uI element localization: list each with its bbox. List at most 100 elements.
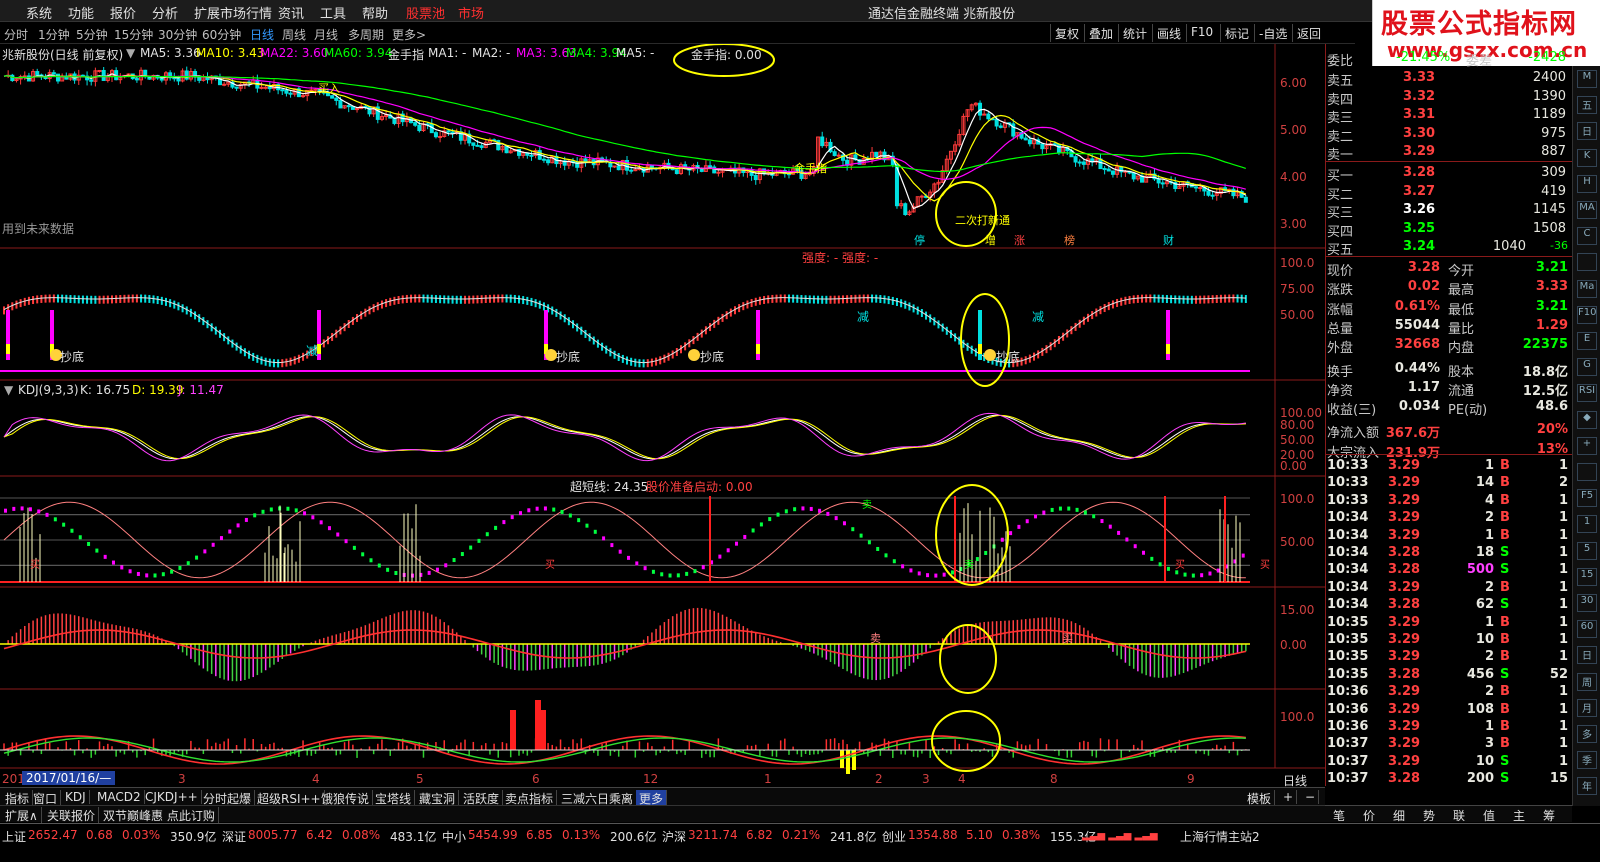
side-tool-icon[interactable]: K — [1577, 148, 1597, 167]
side-tool-icon[interactable]: 年 — [1577, 777, 1597, 796]
side-tool-icon[interactable]: ◆ — [1577, 410, 1597, 429]
f10-button[interactable]: F10 — [1186, 24, 1217, 42]
menu-market[interactable]: 市场 — [458, 3, 484, 22]
side-tool-icon[interactable]: G — [1577, 358, 1597, 377]
activity-spike — [540, 710, 546, 750]
candle-body — [529, 154, 534, 157]
side-tool-icon[interactable] — [1577, 253, 1597, 272]
menu-analysis[interactable]: 分析 — [152, 3, 178, 22]
ask-row[interactable]: 卖三 3.31 1189 — [1326, 107, 1572, 126]
side-tool-icon[interactable]: 多 — [1577, 725, 1597, 743]
bid-row[interactable]: 买一 3.28 309 — [1326, 165, 1572, 184]
back-button[interactable]: 返回 — [1292, 24, 1325, 42]
side-tool-icon[interactable]: 15 — [1577, 567, 1597, 586]
side-tool-icon[interactable]: 1 — [1577, 515, 1597, 534]
stat-label: 涨跌 — [1327, 283, 1354, 299]
side-tool-icon[interactable]: E — [1577, 332, 1597, 350]
quote-tab[interactable]: 联 — [1453, 807, 1465, 824]
ask-row[interactable]: 卖四 3.32 1390 — [1326, 89, 1572, 108]
quote-tab[interactable]: 主 — [1513, 807, 1525, 824]
side-tool-icon[interactable]: 30 — [1577, 594, 1597, 612]
stat-label: 流通 — [1448, 383, 1475, 399]
minus-button[interactable]: − — [1302, 790, 1320, 804]
ask-row[interactable]: 卖二 3.30 975 — [1326, 126, 1572, 145]
side-tool-icon[interactable]: C — [1577, 227, 1597, 246]
tick-time: 10:36 — [1327, 719, 1369, 734]
tab-cjkdj[interactable]: CJKDJ++ — [142, 790, 202, 804]
candle-body — [753, 174, 758, 181]
momentum-dot — [701, 565, 705, 570]
ask-row[interactable]: 卖五 3.33 2400 — [1326, 70, 1572, 89]
side-tool-icon[interactable]: H — [1577, 174, 1597, 193]
side-tool-icon[interactable]: 日 — [1577, 646, 1597, 665]
side-tool-icon[interactable]: 季 — [1577, 751, 1597, 770]
period-tab-more[interactable]: 更多> — [392, 26, 426, 43]
mark-button[interactable]: 标记 — [1220, 24, 1253, 42]
strength-line — [3, 297, 1246, 364]
period-tab-weekly[interactable]: 周线 — [282, 26, 306, 43]
quote-tab[interactable]: 势 — [1423, 807, 1435, 824]
bid-row[interactable]: 买四 3.25 1508 — [1326, 221, 1572, 240]
overlay-button[interactable]: 叠加 — [1084, 24, 1117, 42]
quote-tab[interactable]: 值 — [1483, 807, 1495, 824]
side-tool-icon[interactable]: Ma — [1577, 279, 1597, 298]
period-tab-1min[interactable]: 1分钟 — [38, 26, 70, 43]
bid-row[interactable]: 买三 3.26 1145 — [1326, 202, 1572, 221]
side-tool-icon[interactable]: M — [1577, 70, 1597, 88]
period-tab-monthly[interactable]: 月线 — [314, 26, 338, 43]
quote-tab[interactable]: 筹 — [1543, 807, 1555, 824]
period-tab-multi[interactable]: 多周期 — [348, 26, 384, 43]
period-tab-timeshare[interactable]: 分时 — [4, 26, 28, 43]
add-watchlist-button[interactable]: -自选 — [1254, 24, 1291, 42]
tab-related-quote[interactable]: 关联报价 — [44, 807, 100, 824]
side-tool-icon[interactable]: 月 — [1577, 698, 1597, 717]
side-tool-icon[interactable]: 周 — [1577, 672, 1597, 691]
tab-macd2[interactable]: MACD2 — [94, 790, 145, 804]
menu-help[interactable]: 帮助 — [362, 3, 388, 22]
momentum-dot — [161, 572, 165, 577]
menu-stock-pool[interactable]: 股票池 — [406, 3, 445, 22]
period-tab-60min[interactable]: 60分钟 — [202, 26, 241, 43]
menu-system[interactable]: 系统 — [26, 3, 52, 22]
quote-tab[interactable]: 价 — [1363, 807, 1375, 824]
bid-row[interactable]: 买五 3.24 1040 -36 — [1326, 239, 1572, 258]
period-tab-15min[interactable]: 15分钟 — [114, 26, 153, 43]
menu-tools[interactable]: 工具 — [320, 3, 346, 22]
period-tab-daily[interactable]: 日线 — [250, 26, 274, 43]
tab-extend[interactable]: 扩展∧ — [2, 807, 42, 824]
collapse-icon[interactable]: ▼ — [4, 383, 13, 397]
period-tab-5min[interactable]: 5分钟 — [76, 26, 108, 43]
menu-function[interactable]: 功能 — [68, 3, 94, 22]
tab-promotion[interactable]: 双节巅峰惠 点此订购 — [100, 807, 219, 824]
side-tool-icon[interactable]: 五 — [1577, 96, 1597, 115]
side-tool-icon[interactable]: RSI — [1577, 384, 1597, 403]
side-tool-icon[interactable]: 日 — [1577, 122, 1597, 141]
side-tool-icon[interactable] — [1577, 463, 1597, 481]
statistics-button[interactable]: 统计 — [1118, 24, 1151, 42]
quote-tab[interactable]: 笔 — [1333, 807, 1345, 824]
bid-row[interactable]: 买二 3.27 419 — [1326, 184, 1572, 203]
side-tool-icon[interactable]: F5 — [1577, 489, 1597, 508]
candle-body — [479, 145, 484, 148]
menu-quote[interactable]: 报价 — [110, 3, 136, 22]
adjust-button[interactable]: 复权 — [1050, 24, 1083, 42]
collapse-icon[interactable]: ▼ — [126, 46, 135, 60]
ask-level: 卖五 — [1327, 74, 1354, 89]
plus-button[interactable]: + — [1280, 790, 1298, 804]
momentum-dot — [726, 548, 730, 553]
quote-tab[interactable]: 细 — [1393, 807, 1405, 824]
tab-kdj[interactable]: KDJ — [62, 790, 90, 804]
bid-price: 3.24 — [1403, 239, 1436, 254]
side-tool-icon[interactable]: + — [1577, 436, 1597, 455]
side-tool-icon[interactable]: F10 — [1577, 305, 1597, 324]
side-tool-icon[interactable]: MA — [1577, 201, 1597, 219]
side-tool-icon[interactable]: 60 — [1577, 620, 1597, 639]
side-tool-icon[interactable]: 5 — [1577, 541, 1597, 560]
menu-news[interactable]: 资讯 — [278, 3, 304, 22]
period-tab-30min[interactable]: 30分钟 — [158, 26, 197, 43]
chart-area[interactable]: 兆新股份(日线 前复权) ▼ MA5: 3.36 MA10: 3.43 MA22… — [0, 44, 1325, 788]
menu-extended-market[interactable]: 扩展市场行情 — [194, 3, 272, 22]
network-icon: ▂▃▅ ▂▃▅ ▂▃▅ — [1082, 830, 1158, 841]
ask-row[interactable]: 卖一 3.29 887 — [1326, 144, 1572, 163]
draw-line-button[interactable]: 画线 — [1152, 24, 1185, 42]
